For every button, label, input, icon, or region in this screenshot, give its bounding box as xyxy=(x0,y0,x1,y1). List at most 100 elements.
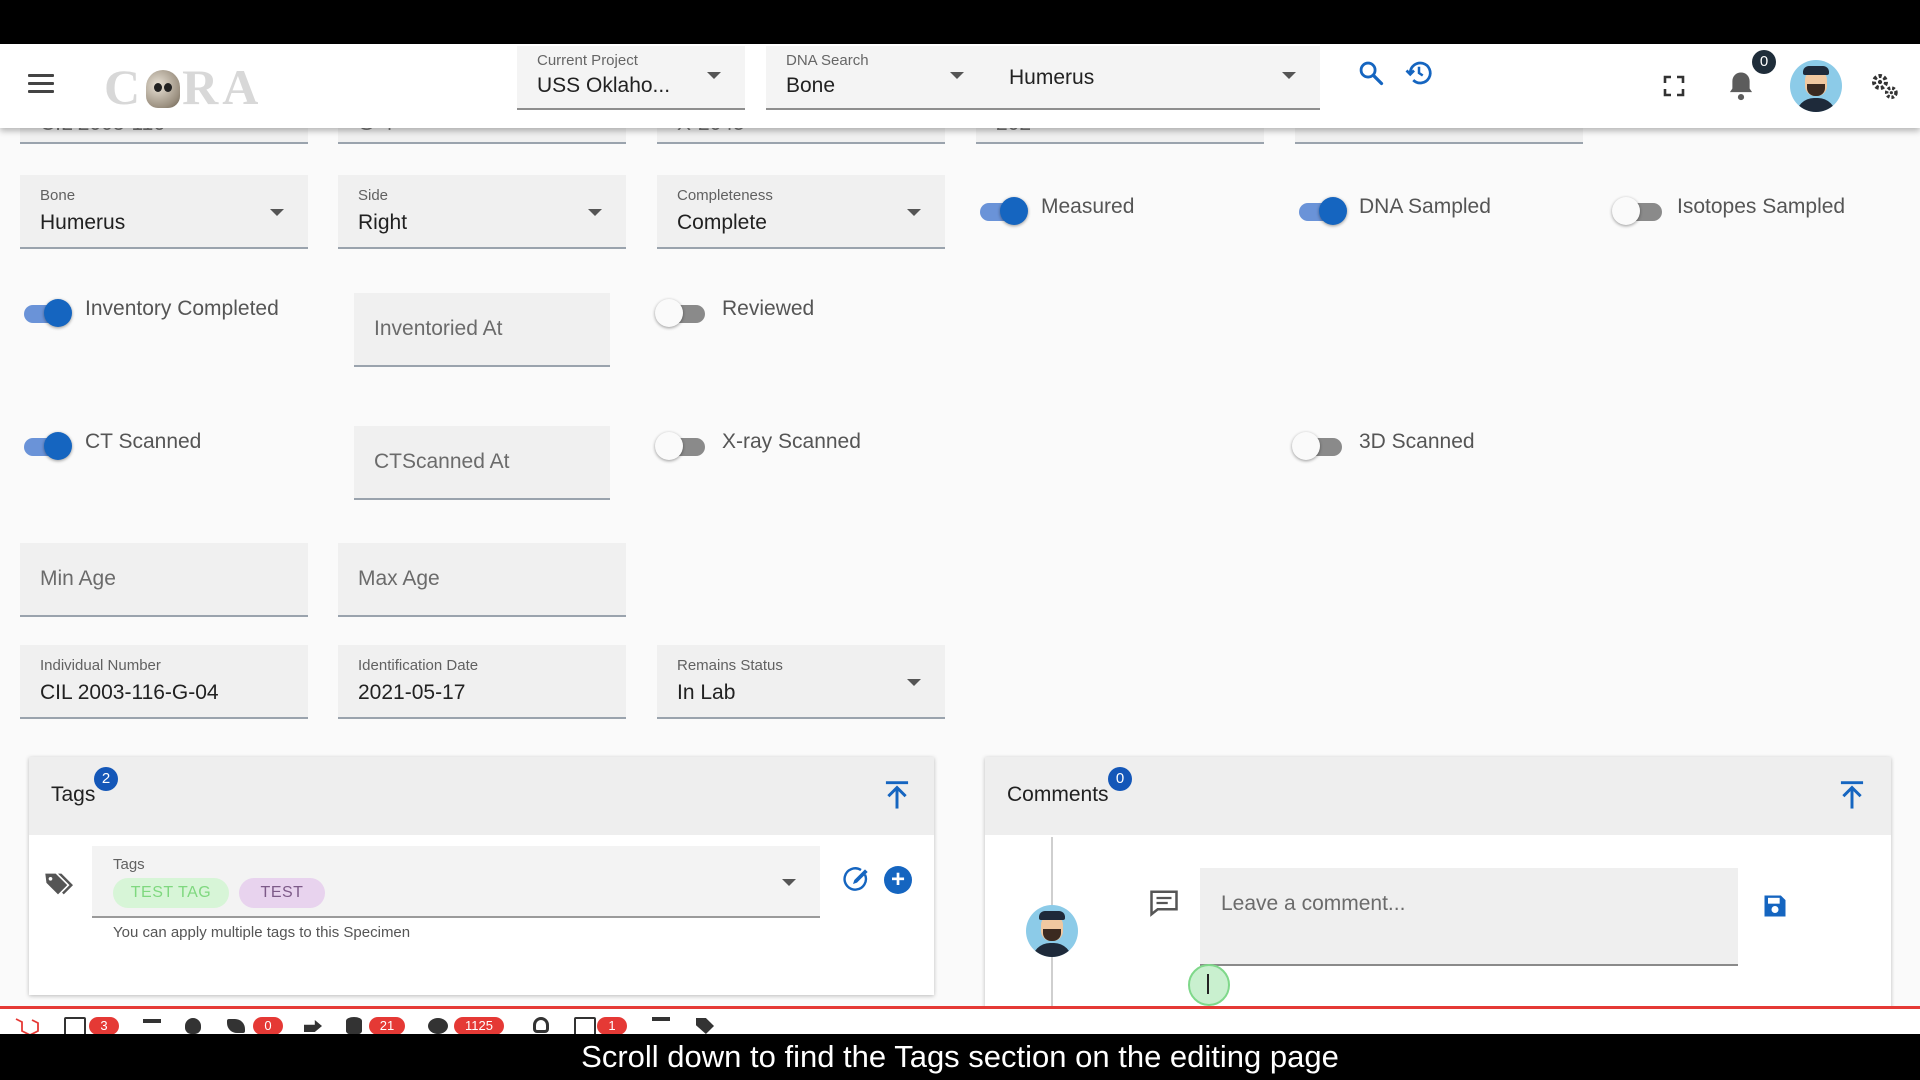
messages-icon[interactable] xyxy=(64,1017,86,1034)
dna-search-type-value[interactable]: Bone xyxy=(786,74,835,98)
app-screen: CIL 2003-116 G-4 X-2045 202 CRA Current … xyxy=(0,44,1920,1034)
isotopes-sampled-toggle[interactable] xyxy=(1612,196,1668,226)
max-age-field[interactable]: Max Age xyxy=(338,543,626,617)
side-select[interactable]: Side Right xyxy=(338,175,626,249)
xray-scanned-toggle[interactable] xyxy=(655,431,711,461)
max-age-placeholder: Max Age xyxy=(358,567,440,590)
ct-scanned-label: CT Scanned xyxy=(85,430,202,453)
dna-sampled-label: DNA Sampled xyxy=(1359,195,1491,218)
current-project-label: Current Project xyxy=(537,52,638,69)
completeness-label: Completeness xyxy=(677,187,773,204)
tag-icon[interactable] xyxy=(696,1018,714,1034)
cubes-icon[interactable] xyxy=(428,1018,448,1034)
identification-date-field[interactable]: Identification Date 2021-05-17 xyxy=(338,645,626,719)
completeness-select[interactable]: Completeness Complete xyxy=(657,175,945,249)
comment-input[interactable]: Leave a comment... xyxy=(1200,868,1738,966)
tags-hint-text: You can apply multiple tags to this Spec… xyxy=(113,924,411,941)
chevron-down-icon[interactable] xyxy=(1282,72,1296,79)
tags-count-badge: 2 xyxy=(94,767,118,791)
current-project-select[interactable]: Current Project USS Oklaho... xyxy=(517,46,745,110)
video-caption: Scroll down to find the Tags section on … xyxy=(581,1039,1339,1074)
fullscreen-icon[interactable] xyxy=(1662,74,1686,98)
collapse-up-icon[interactable] xyxy=(1837,779,1867,811)
cora-logo[interactable]: C RA xyxy=(104,58,262,116)
history-icon[interactable] xyxy=(1404,58,1434,88)
tags-panel-title: Tags xyxy=(51,783,96,806)
bone-value: Humerus xyxy=(40,211,126,234)
individual-number-label: Individual Number xyxy=(40,657,161,674)
measured-toggle[interactable] xyxy=(976,196,1032,226)
3d-scanned-label: 3D Scanned xyxy=(1359,430,1475,453)
collapse-up-icon[interactable] xyxy=(882,779,912,811)
timeline-icon[interactable] xyxy=(143,1019,161,1034)
bug-icon[interactable] xyxy=(185,1018,201,1034)
dna-search-bar: DNA Search Bone Humerus xyxy=(766,46,1320,110)
share-icon[interactable] xyxy=(304,1020,322,1032)
comments-count-badge: 0 xyxy=(1108,767,1132,791)
leaf-icon[interactable] xyxy=(227,1019,245,1033)
individual-number-value: CIL 2003-116-G-04 xyxy=(40,681,219,704)
reviewed-toggle[interactable] xyxy=(655,298,711,328)
side-value: Right xyxy=(358,211,408,234)
completeness-value: Complete xyxy=(677,211,767,234)
comments-panel-header[interactable]: Comments 0 xyxy=(985,757,1891,835)
models-count: 0 xyxy=(253,1017,283,1034)
list-count: 1 xyxy=(597,1017,627,1034)
edit-tags-icon[interactable] xyxy=(841,864,873,896)
remains-status-select[interactable]: Remains Status In Lab xyxy=(657,645,945,719)
cursor-highlight xyxy=(1188,964,1230,1006)
chevron-down-icon xyxy=(588,209,602,216)
archive-icon[interactable] xyxy=(652,1017,670,1034)
comment-avatar xyxy=(1026,905,1078,957)
debug-toolbar: 3 0 21 1125 1 xyxy=(0,1006,1920,1034)
notification-badge: 0 xyxy=(1752,50,1776,74)
remains-status-label: Remains Status xyxy=(677,657,783,674)
messages-count: 3 xyxy=(89,1017,119,1034)
chevron-down-icon xyxy=(707,72,721,79)
comments-panel-title: Comments xyxy=(1007,783,1109,806)
min-age-field[interactable]: Min Age xyxy=(20,543,308,617)
chevron-down-icon xyxy=(782,879,796,886)
inventory-completed-toggle[interactable] xyxy=(20,298,76,328)
search-scope-value[interactable]: Humerus xyxy=(1009,66,1094,90)
side-label: Side xyxy=(358,187,389,204)
inventoried-at-placeholder: Inventoried At xyxy=(374,317,503,340)
chevron-down-icon xyxy=(907,679,921,686)
tag-chip[interactable]: TEST TAG xyxy=(113,878,229,908)
dna-sampled-toggle[interactable] xyxy=(1295,196,1351,226)
bone-select[interactable]: Bone Humerus xyxy=(20,175,308,249)
avatar[interactable] xyxy=(1790,60,1842,112)
avatar-cap xyxy=(1803,66,1829,75)
add-tag-button[interactable]: + xyxy=(884,866,912,894)
tags-select[interactable]: Tags TEST TAG TEST xyxy=(92,846,820,918)
menu-icon[interactable] xyxy=(28,74,54,94)
tags-panel-header[interactable]: Tags 2 xyxy=(29,757,934,835)
database-icon[interactable] xyxy=(346,1017,362,1034)
dna-search-label: DNA Search xyxy=(786,52,869,69)
comments-panel: Comments 0 Leave a comment... xyxy=(985,757,1891,1017)
text-cursor-icon xyxy=(1207,974,1209,994)
tags-panel: Tags 2 Tags TEST TAG TEST + You can apply… xyxy=(29,757,934,995)
ctscanned-at-field[interactable]: CTScanned At xyxy=(354,426,610,500)
list-icon[interactable] xyxy=(574,1017,596,1034)
3d-scanned-toggle[interactable] xyxy=(1292,431,1348,461)
laravel-icon[interactable] xyxy=(14,1015,40,1034)
settings-gears-icon[interactable] xyxy=(1868,70,1900,102)
queries-count: 21 xyxy=(369,1017,405,1034)
chevron-down-icon[interactable] xyxy=(950,72,964,79)
tags-field-label: Tags xyxy=(113,856,145,873)
individual-number-field[interactable]: Individual Number CIL 2003-116-G-04 xyxy=(20,645,308,719)
ct-scanned-toggle[interactable] xyxy=(20,431,76,461)
inventoried-at-field[interactable]: Inventoried At xyxy=(354,293,610,367)
comment-placeholder: Leave a comment... xyxy=(1221,892,1406,915)
search-icon[interactable] xyxy=(1357,59,1385,87)
session-icon[interactable] xyxy=(533,1017,549,1033)
reviewed-label: Reviewed xyxy=(722,297,815,320)
xray-scanned-label: X-ray Scanned xyxy=(722,430,861,453)
isotopes-sampled-label: Isotopes Sampled xyxy=(1677,195,1846,218)
bell-icon[interactable] xyxy=(1726,70,1756,102)
components-count: 1125 xyxy=(454,1017,504,1034)
save-comment-icon[interactable] xyxy=(1761,892,1789,920)
tag-chip[interactable]: TEST xyxy=(239,878,325,908)
current-project-value: USS Oklaho... xyxy=(537,74,671,97)
